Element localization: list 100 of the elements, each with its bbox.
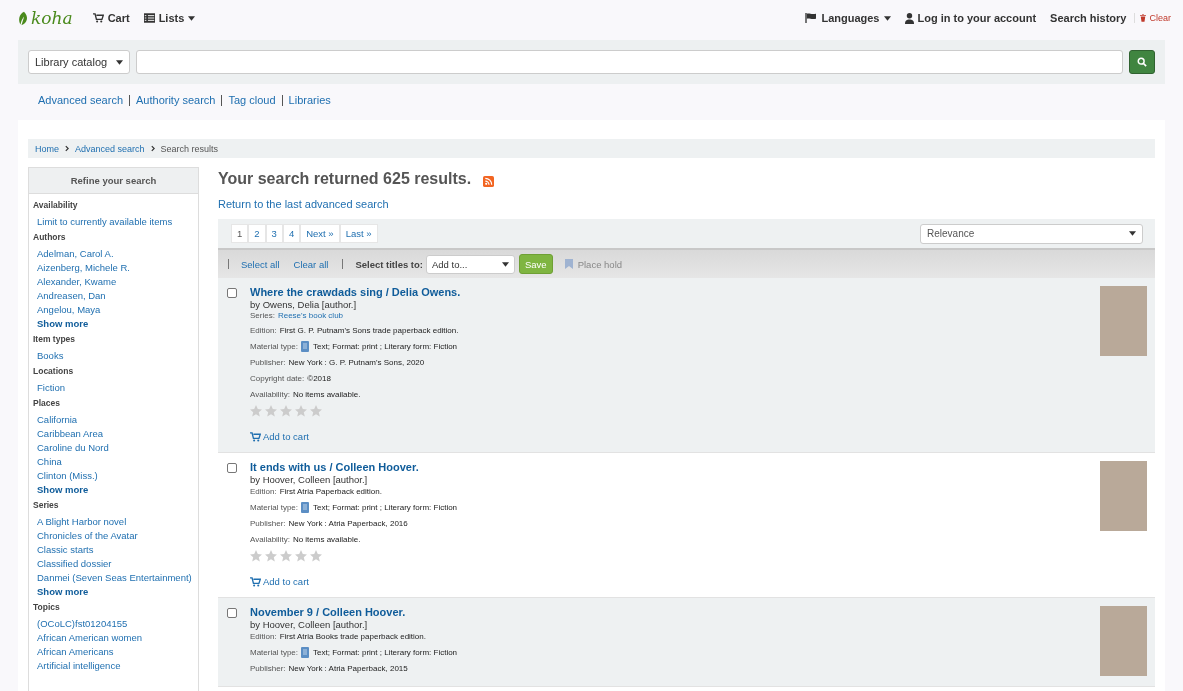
show-more-link[interactable]: Show more (37, 585, 198, 599)
facet-link[interactable]: Danmei (Seven Seas Entertainment) (37, 571, 198, 585)
show-more-link[interactable]: Show more (37, 317, 198, 331)
title-link[interactable]: November 9 / Colleen Hoover. (250, 606, 406, 618)
select-checkbox[interactable] (227, 463, 237, 473)
caret-icon (502, 261, 509, 267)
facet-heading: Availability (32, 199, 79, 211)
star-icon (280, 405, 292, 417)
facet-link[interactable]: African American women (37, 631, 198, 645)
breadcrumb-item[interactable]: Advanced search (75, 143, 145, 154)
star-rating[interactable] (250, 405, 322, 417)
cover-image-placeholder (1100, 286, 1147, 356)
breadcrumb-item[interactable]: Home (35, 143, 59, 154)
facet-link[interactable]: Classified dossier (37, 557, 198, 571)
facet-link[interactable]: A Blight Harbor novel (37, 515, 198, 529)
cover-image-placeholder (1100, 606, 1147, 676)
facet-link[interactable]: Clinton (Miss.) (37, 469, 198, 483)
scope-dropdown[interactable]: Library catalog (28, 50, 130, 74)
nav-link[interactable]: Libraries (281, 94, 331, 106)
select-checkbox[interactable] (227, 288, 237, 298)
add-to-cart-link[interactable]: Add to cart (250, 576, 309, 587)
star-icon (265, 405, 277, 417)
caret-icon (188, 15, 196, 21)
select-checkbox[interactable] (227, 608, 237, 618)
clear-history-link[interactable]: Clear (1134, 13, 1171, 23)
book-icon (301, 647, 310, 658)
logo[interactable]: koha (31, 8, 73, 28)
author-text: by Hoover, Colleen [author.] (250, 474, 368, 485)
cart-link[interactable]: Cart (92, 12, 130, 24)
star-icon (310, 405, 322, 417)
caret-icon (1129, 231, 1136, 236)
chevron-icon (65, 145, 69, 152)
facet-link[interactable]: Angelou, Maya (37, 303, 198, 317)
chevron-icon (150, 145, 155, 152)
list-icon (143, 13, 155, 23)
breadcrumb-item: Search results (160, 143, 219, 154)
show-more-link[interactable]: Show more (37, 483, 198, 497)
facet-link[interactable]: Artificial intelligence (37, 659, 198, 673)
cart-icon (250, 431, 261, 442)
next-page-link[interactable]: Next » (300, 224, 340, 243)
results-heading: Your search returned 625 results. (218, 170, 472, 188)
title-link[interactable]: It ends with us / Colleen Hoover. (250, 461, 419, 473)
star-icon (295, 405, 307, 417)
login-link[interactable]: Log in to your account (904, 12, 1037, 24)
caret-icon (883, 15, 891, 21)
add-to-dropdown[interactable]: Add to... (426, 254, 515, 274)
page-link[interactable]: 2 (248, 224, 266, 243)
detail-label: Material type: (250, 648, 299, 657)
detail-value: ©2018 (307, 374, 331, 383)
author-text: by Hoover, Colleen [author.] (250, 619, 368, 630)
facet-link[interactable]: Limit to currently available items (37, 215, 198, 229)
user-icon (904, 12, 914, 24)
book-icon (301, 502, 310, 513)
facet-link[interactable]: Alexander, Kwame (37, 275, 198, 289)
nav-link[interactable]: Authority search (129, 94, 216, 106)
title-link[interactable]: Where the crawdads sing / Delia Owens. (250, 286, 461, 298)
facet-link[interactable]: Andreasen, Dan (37, 289, 198, 303)
nav-link[interactable]: Tag cloud (221, 94, 276, 106)
facet-link[interactable]: Caroline du Nord (37, 441, 198, 455)
search-field[interactable] (136, 50, 1123, 74)
facet-link[interactable]: California (37, 413, 198, 427)
search-history-link[interactable]: Search history (1050, 12, 1127, 24)
add-to-cart-link[interactable]: Add to cart (250, 431, 309, 442)
languages-menu[interactable]: Languages (805, 12, 891, 24)
series-label: Series: (250, 311, 275, 320)
facet-link[interactable]: African Americans (37, 645, 198, 659)
bookmark-icon (564, 259, 573, 269)
facet-link[interactable]: Adelman, Carol A. (37, 247, 198, 261)
return-link[interactable]: Return to the last advanced search (218, 198, 1155, 210)
facet-link[interactable]: Classic starts (37, 543, 198, 557)
last-page-link[interactable]: Last » (339, 224, 378, 243)
detail-value: New York : G. P. Putnam's Sons, 2020 (288, 358, 425, 367)
clear-all-link[interactable]: Clear all (293, 258, 329, 270)
detail-value: Text; Format: print ; Literary form: Fiction (313, 648, 458, 657)
detail-label: Edition: (250, 326, 277, 335)
page-link[interactable]: 1 (231, 224, 249, 243)
facet-link[interactable]: Caribbean Area (37, 427, 198, 441)
lists-menu[interactable]: Lists (143, 12, 196, 24)
select-all-link[interactable]: Select all (241, 258, 280, 270)
facet-link[interactable]: Aizenberg, Michele R. (37, 261, 198, 275)
nav-link[interactable]: Advanced search (38, 94, 123, 106)
detail-label: Publisher: (250, 358, 286, 367)
facet-link[interactable]: Books (37, 349, 198, 363)
facet-link[interactable]: China (37, 455, 198, 469)
sidebar-title: Refine your search (29, 168, 198, 194)
detail-value: First Atria Books trade paperback edition. (279, 632, 426, 641)
cart-icon (92, 13, 104, 23)
facet-heading: Topics (32, 601, 61, 613)
detail-value: No items available. (292, 390, 361, 399)
sort-dropdown[interactable]: Relevance (920, 223, 1143, 244)
series-link[interactable]: Reese's book club (277, 311, 344, 320)
book-icon (301, 341, 310, 352)
detail-label: Copyright date: (250, 374, 305, 383)
facet-link[interactable]: Fiction (37, 381, 198, 395)
search-button[interactable] (1129, 50, 1155, 74)
star-rating[interactable] (250, 550, 322, 562)
facet-link[interactable]: Chronicles of the Avatar (37, 529, 198, 543)
cover-image-placeholder (1100, 461, 1147, 531)
detail-label: Availability: (250, 535, 290, 544)
facet-link[interactable]: (OCoLC)fst01204155 (37, 617, 198, 631)
